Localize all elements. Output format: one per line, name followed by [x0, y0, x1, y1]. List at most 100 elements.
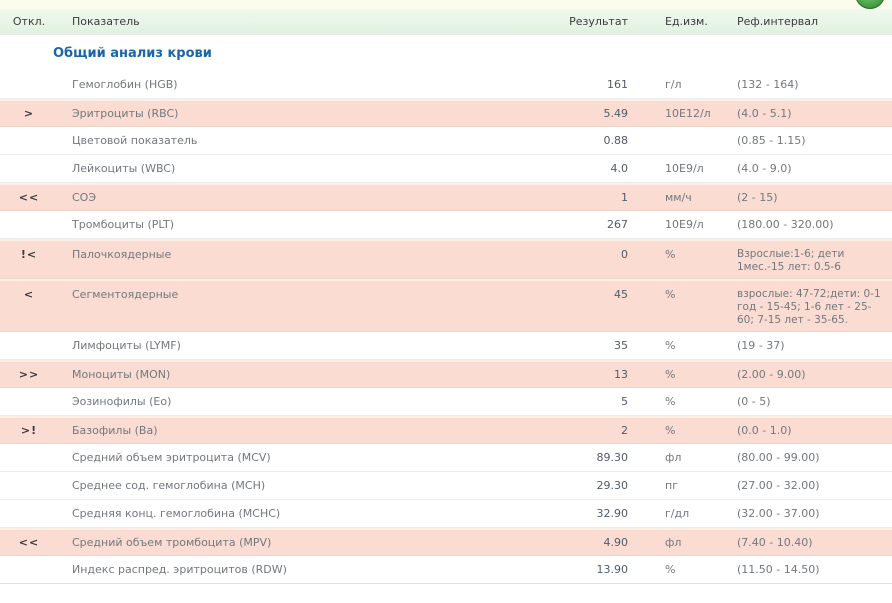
- indicator-name: Сегментоядерные: [58, 281, 548, 301]
- reference-interval: (0 - 5): [737, 395, 892, 408]
- result-value: 0.88: [548, 134, 648, 147]
- unit-label: фл: [648, 451, 737, 464]
- table-row: Средний объем эритроцита (MCV)89.30фл(80…: [0, 444, 892, 472]
- deviation-flag: !<: [0, 241, 58, 261]
- unit-label: г/дл: [648, 507, 737, 520]
- indicator-name: СОЭ: [58, 191, 548, 204]
- reference-interval: (11.50 - 14.50): [737, 563, 892, 576]
- reference-interval: (7.40 - 10.40): [737, 536, 892, 549]
- result-value: 13.90: [548, 563, 648, 576]
- unit-label: пг: [648, 479, 737, 492]
- deviation-flag: >: [0, 107, 58, 120]
- indicator-name: Тромбоциты (PLT): [58, 218, 548, 231]
- reference-interval: (4.0 - 5.1): [737, 107, 892, 120]
- deviation-flag: <<: [0, 191, 58, 204]
- lab-results-page: Откл. Показатель Результат Ед.изм. Реф.и…: [0, 0, 892, 584]
- reference-interval: (4.0 - 9.0): [737, 162, 892, 175]
- result-value: 5: [548, 395, 648, 408]
- reference-interval: (2 - 15): [737, 191, 892, 204]
- top-strip: [0, 0, 892, 9]
- reference-interval: (19 - 37): [737, 339, 892, 352]
- result-value: 161: [548, 78, 648, 91]
- unit-label: %: [648, 424, 737, 437]
- result-value: 13: [548, 368, 648, 381]
- reference-interval: (180.00 - 320.00): [737, 218, 892, 231]
- indicator-name: Базофилы (Ba): [58, 424, 548, 437]
- result-value: 5.49: [548, 107, 648, 120]
- result-value: 32.90: [548, 507, 648, 520]
- deviation-flag: <<: [0, 536, 58, 549]
- unit-label: 10E9/л: [648, 218, 737, 231]
- result-value: 89.30: [548, 451, 648, 464]
- indicator-name: Среднее сод. гемоглобина (MCH): [58, 479, 548, 492]
- result-value: 2: [548, 424, 648, 437]
- unit-label: %: [648, 395, 737, 408]
- section-title-row: Общий анализ крови: [0, 35, 892, 71]
- reference-interval: (80.00 - 99.00): [737, 451, 892, 464]
- column-header-indicator: Показатель: [58, 15, 548, 28]
- table-row: Гемоглобин (HGB)161г/л(132 - 164): [0, 71, 892, 99]
- deviation-flag: >!: [0, 424, 58, 437]
- table-row: <<Средний объем тромбоцита (MPV)4.90фл(7…: [0, 528, 892, 556]
- result-value: 4.0: [548, 162, 648, 175]
- result-value: 35: [548, 339, 648, 352]
- indicator-name: Лейкоциты (WBC): [58, 162, 548, 175]
- column-header-deviation: Откл.: [0, 15, 58, 28]
- table-row: Среднее сод. гемоглобина (MCH)29.30пг(27…: [0, 472, 892, 500]
- column-header-result: Результат: [548, 15, 648, 28]
- table-row: Эозинофилы (Eo)5%(0 - 5): [0, 388, 892, 416]
- table-row: Лимфоциты (LYMF)35%(19 - 37): [0, 332, 892, 360]
- result-value: 0: [548, 241, 648, 261]
- reference-interval: Взрослые:1-6; дети 1мес.-15 лет: 0.5-6: [737, 241, 892, 274]
- reference-interval: взрослые: 47-72;дети: 0-1 год - 15-45; 1…: [737, 281, 892, 327]
- indicator-name: Палочкоядерные: [58, 241, 548, 261]
- table-row: Цветовой показатель0.88 (0.85 - 1.15): [0, 127, 892, 155]
- column-header-unit: Ед.изм.: [648, 15, 737, 28]
- table-row: <<СОЭ1мм/ч(2 - 15): [0, 183, 892, 211]
- unit-label: 10E12/л: [648, 107, 737, 120]
- deviation-flag: <: [0, 281, 58, 301]
- table-row: Средняя конц. гемоглобина (MCHC)32.90г/д…: [0, 500, 892, 528]
- unit-label: фл: [648, 536, 737, 549]
- result-value: 1: [548, 191, 648, 204]
- table-row: Индекс распред. эритроцитов (RDW)13.90%(…: [0, 556, 892, 584]
- unit-label: %: [648, 339, 737, 352]
- unit-label: %: [648, 563, 737, 576]
- unit-label: %: [648, 281, 737, 301]
- indicator-name: Эритроциты (RBC): [58, 107, 548, 120]
- unit-label: 10E9/л: [648, 162, 737, 175]
- section-title: Общий анализ крови: [53, 46, 212, 61]
- indicator-name: Средний объем тромбоцита (MPV): [58, 536, 548, 549]
- results-table-body: Гемоглобин (HGB)161г/л(132 - 164)>Эритро…: [0, 71, 892, 584]
- result-value: 267: [548, 218, 648, 231]
- reference-interval: (32.00 - 37.00): [737, 507, 892, 520]
- result-value: 45: [548, 281, 648, 301]
- result-value: 4.90: [548, 536, 648, 549]
- reference-interval: (132 - 164): [737, 78, 892, 91]
- indicator-name: Индекс распред. эритроцитов (RDW): [58, 563, 548, 576]
- reference-interval: (0.0 - 1.0): [737, 424, 892, 437]
- table-row: >>Моноциты (MON)13%(2.00 - 9.00): [0, 360, 892, 388]
- unit-label: %: [648, 241, 737, 261]
- indicator-name: Эозинофилы (Eo): [58, 395, 548, 408]
- indicator-name: Лимфоциты (LYMF): [58, 339, 548, 352]
- table-header: Откл. Показатель Результат Ед.изм. Реф.и…: [0, 9, 892, 35]
- table-row: !<Палочкоядерные0%Взрослые:1-6; дети 1ме…: [0, 239, 892, 279]
- indicator-name: Средняя конц. гемоглобина (MCHC): [58, 507, 548, 520]
- column-header-ref-interval: Реф.интервал: [737, 15, 892, 28]
- unit-label: г/л: [648, 78, 737, 91]
- indicator-name: Цветовой показатель: [58, 134, 548, 147]
- indicator-name: Гемоглобин (HGB): [58, 78, 548, 91]
- reference-interval: (2.00 - 9.00): [737, 368, 892, 381]
- reference-interval: (0.85 - 1.15): [737, 134, 892, 147]
- indicator-name: Моноциты (MON): [58, 368, 548, 381]
- result-value: 29.30: [548, 479, 648, 492]
- unit-label: %: [648, 368, 737, 381]
- table-row: Лейкоциты (WBC)4.010E9/л(4.0 - 9.0): [0, 155, 892, 183]
- table-row: >Эритроциты (RBC)5.4910E12/л(4.0 - 5.1): [0, 99, 892, 127]
- deviation-flag: >>: [0, 368, 58, 381]
- table-row: Тромбоциты (PLT)26710E9/л(180.00 - 320.0…: [0, 211, 892, 239]
- table-row: >!Базофилы (Ba)2%(0.0 - 1.0): [0, 416, 892, 444]
- reference-interval: (27.00 - 32.00): [737, 479, 892, 492]
- table-row: <Сегментоядерные45%взрослые: 47-72;дети:…: [0, 279, 892, 332]
